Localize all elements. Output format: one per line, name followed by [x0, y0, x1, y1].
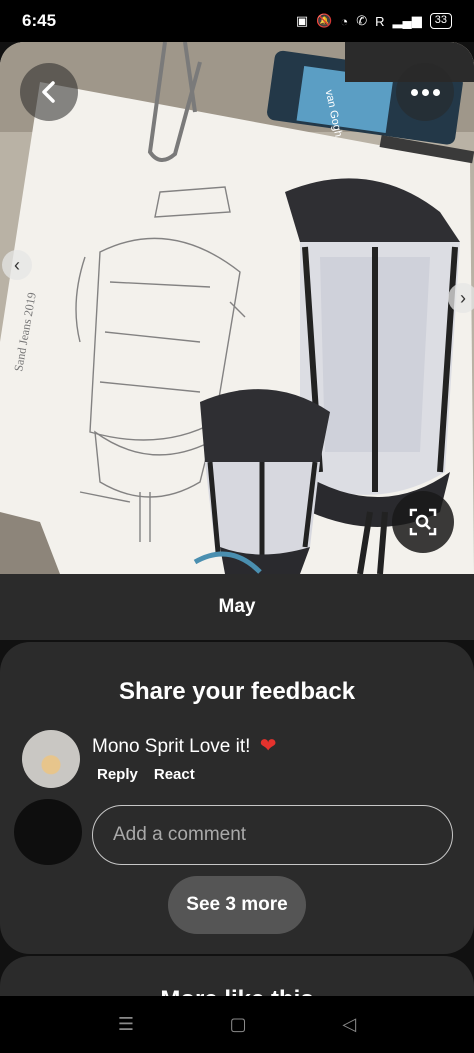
home-icon[interactable]: ▢	[230, 1014, 247, 1035]
signal-icon: ▂▄▆	[392, 13, 422, 28]
status-bar: 6:45 ▣ 🔕 ◔ ✆ R ▂▄▆ 33	[0, 0, 474, 42]
status-time: 6:45	[22, 11, 57, 30]
comment-actions: Reply React	[97, 766, 195, 783]
wifi-icon: ◔	[340, 13, 349, 29]
chevron-left-icon: ‹	[14, 254, 20, 275]
see-more-button[interactable]: See 3 more	[168, 876, 306, 934]
recents-icon[interactable]: ☰	[118, 1014, 134, 1035]
pin-image-illustration: van Gogh Sand Jeans 2019	[0, 42, 474, 574]
heart-icon: ❤	[259, 735, 277, 757]
commenter-avatar[interactable]	[22, 730, 80, 788]
system-nav-bar: ☰ ▢ ◁	[0, 996, 474, 1053]
comment-input[interactable]	[92, 805, 453, 865]
back-arrow-icon	[42, 81, 55, 103]
comment-text: Mono Sprit Love it! ❤	[92, 733, 276, 758]
dot-icon	[421, 88, 429, 96]
visual-search-button[interactable]	[392, 491, 454, 553]
chevron-right-icon: ›	[460, 287, 466, 308]
status-icons: ▣ 🔕 ◔ ✆ R ▂▄▆ 33	[296, 13, 452, 29]
pin-image[interactable]: van Gogh Sand Jeans 2019	[0, 42, 474, 574]
battery-icon: 33	[429, 13, 452, 29]
lens-search-icon	[409, 508, 437, 536]
more-options-button[interactable]	[396, 63, 454, 121]
call-icon: ✆	[356, 13, 368, 28]
back-nav-icon[interactable]: ◁	[342, 1014, 356, 1035]
dot-icon	[410, 88, 418, 96]
reply-button[interactable]: Reply	[97, 766, 138, 783]
board-name-strip[interactable]: May	[0, 574, 474, 640]
user-avatar[interactable]	[14, 799, 82, 865]
network-label: R	[375, 13, 385, 29]
board-name: May	[218, 596, 256, 617]
back-button[interactable]	[20, 63, 78, 121]
feedback-card: Share your feedback Mono Sprit Love it! …	[0, 642, 474, 954]
react-button[interactable]: React	[154, 766, 195, 783]
previous-image-button[interactable]: ‹	[2, 250, 32, 280]
nfc-icon: ▣	[295, 13, 309, 28]
dot-icon	[432, 88, 440, 96]
comment-body: Mono Sprit Love it!	[92, 736, 251, 757]
feedback-title: Share your feedback	[118, 678, 356, 705]
next-image-button[interactable]: ›	[448, 283, 474, 313]
mute-icon: 🔕	[316, 13, 333, 28]
